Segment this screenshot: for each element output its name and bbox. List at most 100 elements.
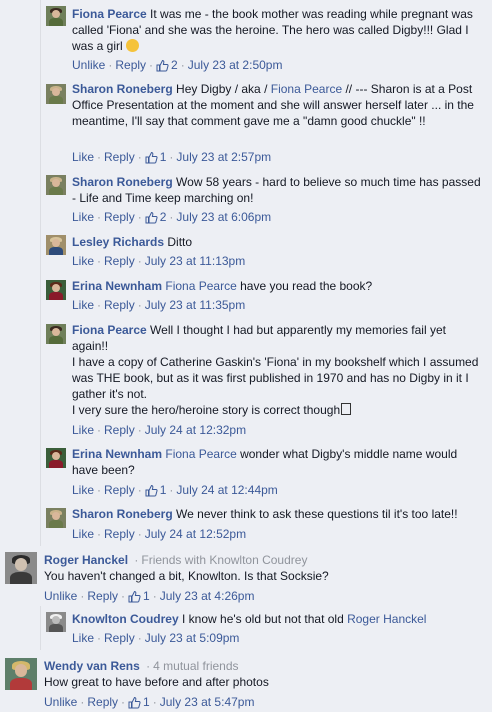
comment-body: Fiona Pearce It was me - the book mother…: [72, 6, 484, 54]
thumbs-up-icon: [156, 59, 169, 72]
avatar[interactable]: [46, 280, 66, 300]
thumbs-up-icon: [128, 590, 141, 603]
comment-timestamp[interactable]: July 23 at 5:47pm: [160, 695, 255, 709]
like-link[interactable]: Like: [72, 254, 94, 268]
comment-author[interactable]: Sharon Roneberg: [72, 82, 173, 96]
comment-author[interactable]: Knowlton Coudrey: [72, 612, 179, 626]
avatar[interactable]: [5, 658, 37, 690]
like-link[interactable]: Like: [72, 210, 94, 224]
comment-author[interactable]: Fiona Pearce: [72, 7, 147, 21]
comment-body: Fiona Pearce Well I thought I had but ap…: [72, 322, 484, 418]
avatar[interactable]: [46, 235, 66, 255]
comment-text-line: I very sure the hero/heroine story is co…: [72, 402, 484, 418]
comment-body: Sharon Roneberg Wow 58 years - hard to b…: [72, 174, 484, 206]
comment-text: Hey Digby / aka /: [176, 82, 268, 96]
comment: Lesley Richards Ditto Like · Reply · July 23…: [0, 229, 492, 274]
reply-link[interactable]: Reply: [104, 423, 135, 437]
reply-link[interactable]: Reply: [104, 150, 135, 164]
comment-body: Sharon Roneberg Hey Digby / aka / Fiona …: [72, 81, 484, 129]
comment-body: Erina Newnham Fiona Pearce wonder what D…: [72, 446, 484, 478]
like-count[interactable]: 2: [145, 210, 166, 224]
comment: Erina Newnham Fiona Pearce wonder what D…: [0, 442, 492, 502]
friends-with-label: Friends with Knowlton Coudrey: [141, 553, 308, 567]
reply-link[interactable]: Reply: [104, 483, 135, 497]
like-count[interactable]: 1: [128, 589, 150, 603]
unlike-link[interactable]: Unlike: [72, 58, 105, 72]
comment-timestamp[interactable]: July 24 at 12:52pm: [145, 527, 246, 541]
comment: Roger Hanckel · Friends with Knowlton Cou…: [0, 546, 492, 606]
comment-author[interactable]: Sharon Roneberg: [72, 175, 173, 189]
comment-body: Wendy van Rens · 4 mutual friends How gre…: [44, 658, 484, 690]
comment-actions: Like · Reply · 1 · July 24 at 12:44pm: [72, 483, 278, 497]
unlike-link[interactable]: Unlike: [44, 695, 77, 709]
like-link[interactable]: Like: [72, 631, 94, 645]
comment: Sharon Roneberg We never think to ask th…: [0, 502, 492, 546]
reply-link[interactable]: Reply: [104, 631, 135, 645]
reply-link[interactable]: Reply: [104, 298, 135, 312]
comment-author[interactable]: Erina Newnham: [72, 279, 162, 293]
comment-timestamp[interactable]: July 24 at 12:32pm: [145, 423, 246, 437]
comment-text-line: I have a copy of Catherine Gaskin's 'Fio…: [72, 355, 479, 401]
unlike-link[interactable]: Unlike: [44, 589, 77, 603]
comment-body: Knowlton Coudrey I know he's old but not…: [72, 611, 484, 627]
like-link[interactable]: Like: [72, 483, 94, 497]
like-link[interactable]: Like: [72, 150, 94, 164]
comment-actions: Like · Reply · 2 · July 23 at 6:06pm: [72, 210, 272, 224]
like-count[interactable]: 1: [145, 483, 166, 497]
avatar[interactable]: [46, 508, 66, 528]
comment-timestamp[interactable]: July 23 at 5:09pm: [145, 631, 240, 645]
comment-author[interactable]: Roger Hanckel: [44, 553, 128, 567]
comment-timestamp[interactable]: July 23 at 2:50pm: [188, 58, 283, 72]
comment-text: Ditto: [167, 235, 193, 249]
comment-actions: Like · Reply · July 24 at 12:32pm: [72, 423, 247, 437]
comment-timestamp[interactable]: July 23 at 4:26pm: [160, 589, 255, 603]
comment: Sharon Roneberg Hey Digby / aka / Fiona …: [0, 78, 492, 169]
mention-link[interactable]: Fiona Pearce: [165, 279, 236, 293]
avatar[interactable]: [46, 6, 66, 26]
like-count[interactable]: 1: [145, 150, 166, 164]
like-count[interactable]: 2: [156, 58, 178, 72]
like-link[interactable]: Like: [72, 298, 94, 312]
comment-author[interactable]: Lesley Richards: [72, 235, 164, 249]
comment: Wendy van Rens · 4 mutual friends How gre…: [0, 650, 492, 712]
comment-body: Lesley Richards Ditto: [72, 234, 484, 250]
comment-author[interactable]: Fiona Pearce: [72, 323, 147, 337]
avatar[interactable]: [46, 84, 66, 104]
comment: Erina Newnham Fiona Pearce have you read…: [0, 274, 492, 318]
comment-author[interactable]: Wendy van Rens: [44, 659, 140, 673]
avatar[interactable]: [46, 612, 66, 632]
comment-text: I know he's old but not that old: [182, 612, 344, 626]
thumbs-up-icon: [145, 211, 158, 224]
comment-timestamp[interactable]: July 23 at 11:35pm: [145, 298, 246, 312]
mention-link[interactable]: Fiona Pearce: [271, 82, 342, 96]
reply-link[interactable]: Reply: [104, 527, 135, 541]
comment-author[interactable]: Sharon Roneberg: [72, 507, 173, 521]
like-link[interactable]: Like: [72, 423, 94, 437]
comment: Fiona Pearce It was me - the book mother…: [0, 0, 492, 78]
comment-actions: Unlike · Reply · 2 · July 23 at 2:50pm: [72, 58, 283, 72]
reply-link[interactable]: Reply: [87, 589, 118, 603]
like-count[interactable]: 1: [128, 695, 150, 709]
reply-link[interactable]: Reply: [115, 58, 146, 72]
comment-timestamp[interactable]: July 24 at 12:44pm: [176, 483, 277, 497]
comment-timestamp[interactable]: July 23 at 2:57pm: [176, 150, 271, 164]
comment-timestamp[interactable]: July 23 at 11:13pm: [145, 254, 246, 268]
comment-text: You haven't changed a bit, Knowlton. Is …: [44, 569, 329, 583]
like-link[interactable]: Like: [72, 527, 94, 541]
avatar[interactable]: [5, 552, 37, 584]
comment-text: How great to have before and after photo…: [44, 675, 269, 689]
avatar[interactable]: [46, 175, 66, 195]
reply-link[interactable]: Reply: [104, 210, 135, 224]
comment-author[interactable]: Erina Newnham: [72, 447, 162, 461]
reply-link[interactable]: Reply: [104, 254, 135, 268]
comment: Fiona Pearce Well I thought I had but ap…: [0, 318, 492, 442]
comment-body: Sharon Roneberg We never think to ask th…: [72, 506, 484, 522]
comment-timestamp[interactable]: July 23 at 6:06pm: [176, 210, 271, 224]
comment-text: have you read the book?: [240, 279, 373, 293]
reply-link[interactable]: Reply: [87, 695, 118, 709]
mention-link[interactable]: Fiona Pearce: [165, 447, 236, 461]
mention-link[interactable]: Roger Hanckel: [347, 612, 426, 626]
avatar[interactable]: [46, 324, 66, 344]
comment-actions: Unlike · Reply · 1 · July 23 at 4:26pm: [44, 589, 255, 603]
avatar[interactable]: [46, 448, 66, 468]
